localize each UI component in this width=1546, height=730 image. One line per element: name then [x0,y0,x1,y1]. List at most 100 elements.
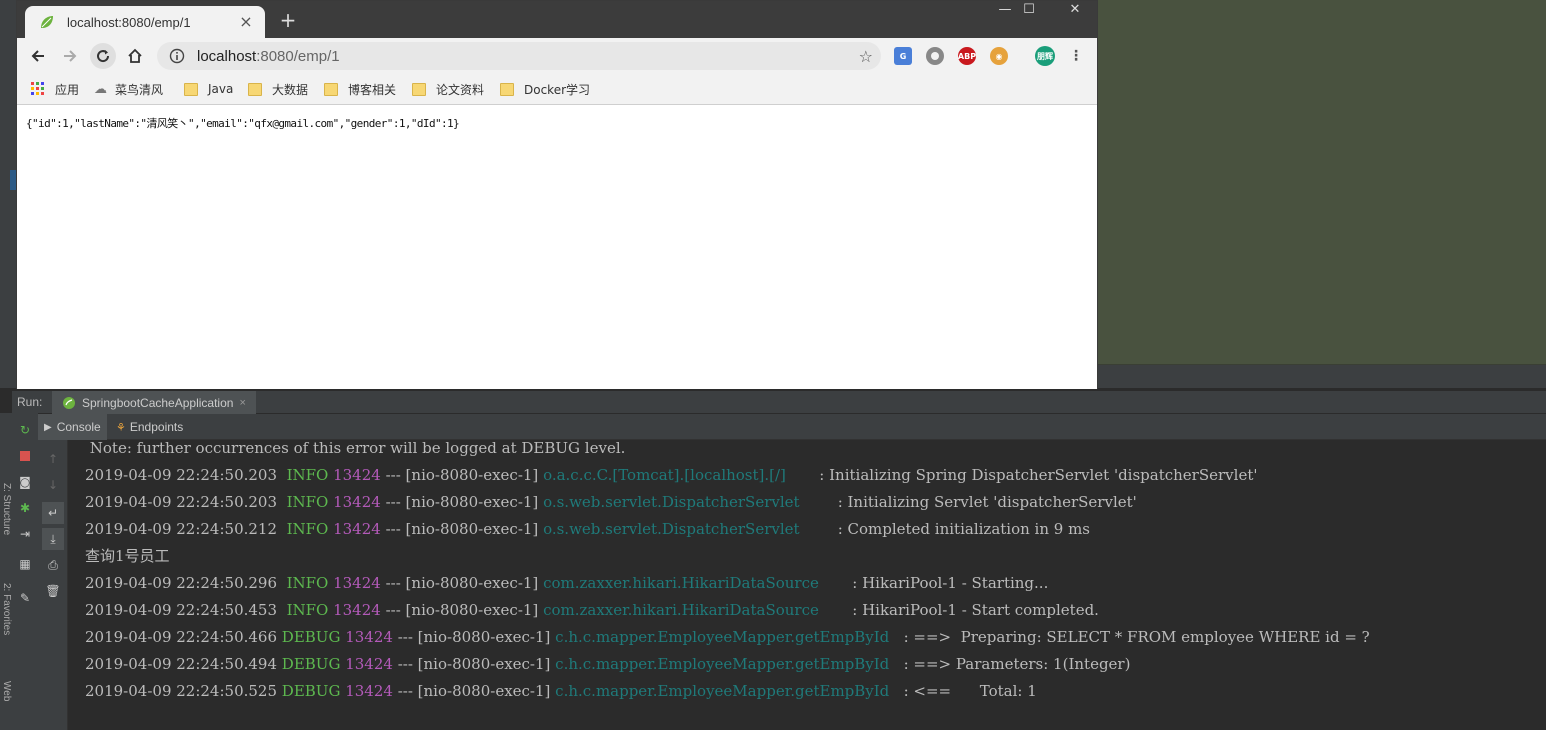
console-text: Note: further occurrences of this error … [85,440,626,457]
tab-endpoints-label: Endpoints [129,420,184,434]
reload-button[interactable] [90,43,116,69]
circle-extension-icon[interactable] [926,47,944,65]
address-bar[interactable]: localhost:8080/emp/1 ☆ [157,42,881,70]
back-button[interactable] [25,43,51,69]
browser-tab[interactable]: localhost:8080/emp/1 × [25,6,265,38]
cloud-icon: ☁ [94,81,107,97]
bookmark-star-icon[interactable]: ☆ [859,47,873,66]
log-level: INFO [281,493,334,511]
log-logger: c.h.c.mapper.EmployeeMapper.getEmpById [555,682,899,700]
log-msg: : <== Total: 1 [898,682,1037,700]
weibo-extension-icon[interactable]: ◉ [990,47,1008,65]
bookmark-java[interactable]: Java [184,81,233,97]
folder-icon [248,82,262,96]
log-level: DEBUG [281,655,346,673]
profile-avatar[interactable]: 朋辉 [1035,46,1055,66]
favorites-side-label[interactable]: 2: Favorites [1,583,12,635]
log-time: 2019-04-09 22:24:50.453 [85,601,282,619]
stop-icon[interactable] [16,447,34,465]
tab-close-icon[interactable]: × [237,13,255,31]
exit-icon[interactable]: ⇥ [16,525,34,543]
log-msg: : ==> Parameters: 1(Integer) [898,655,1131,673]
trash-icon[interactable]: 🗑 [44,582,62,600]
log-msg: : HikariPool-1 - Starting... [847,574,1049,592]
console-line: 2019-04-09 22:24:50.203 INFO 13424 --- [… [85,464,1257,486]
bookmark-docker[interactable]: Docker学习 [500,81,590,97]
menu-dots-icon[interactable]: ⋮ [1067,47,1085,65]
bookmark-label: Docker学习 [524,82,591,97]
tab-title: localhost:8080/emp/1 [67,14,191,30]
maximize-button[interactable]: ☐ [1007,1,1051,21]
log-pid: 13424 [333,466,381,484]
ide-status-strip [1098,365,1546,388]
bookmark-apps[interactable]: 应用 [31,81,79,97]
browser-window: localhost:8080/emp/1 × + — ☐ ✕ localhost… [16,0,1098,389]
tab-console-label: Console [56,420,101,434]
home-button[interactable] [122,43,148,69]
ide-editor-background [1098,0,1546,388]
console-icon: ▶ [44,421,52,433]
log-thread: --- [nio-8080-exec-1] [380,466,544,484]
scroll-up-icon[interactable]: ↑ [44,450,62,468]
bookmark-label: 博客相关 [348,82,397,97]
close-window-button[interactable]: ✕ [1053,1,1097,21]
folder-icon [500,82,514,96]
browser-titlebar[interactable]: localhost:8080/emp/1 × + — ☐ ✕ [17,1,1097,38]
bookmark-blog[interactable]: 博客相关 [324,81,396,97]
console-line: 2019-04-09 22:24:50.525 DEBUG 13424 --- … [85,680,1037,702]
new-tab-button[interactable]: + [277,9,299,31]
log-pid: 13424 [333,574,381,592]
bookmark-label: 菜鸟清风 [115,82,164,97]
ide-side-strip: Z: Structure 2: Favorites Web [0,413,12,730]
debug-bug-icon[interactable]: ✱ [16,499,34,517]
info-icon[interactable] [169,48,185,64]
web-side-label[interactable]: Web [1,681,12,701]
run-label: Run: [17,395,43,409]
console-line: 2019-04-09 22:24:50.203 INFO 13424 --- [… [85,491,1137,513]
scroll-down-icon[interactable]: ↓ [44,476,62,494]
apps-grid-icon [31,82,44,95]
log-thread: --- [nio-8080-exec-1] [380,601,544,619]
log-pid: 13424 [345,682,393,700]
log-pid: 13424 [333,493,381,511]
camera-icon[interactable]: ◙ [16,473,34,491]
console-line: 2019-04-09 22:24:50.494 DEBUG 13424 --- … [85,653,1130,675]
log-logger: c.h.c.mapper.EmployeeMapper.getEmpById [555,655,899,673]
tab-endpoints[interactable]: ⚘ Endpoints [110,414,189,440]
run-config-tab[interactable]: SpringbootCacheApplication × [52,391,256,414]
adblock-extension-icon[interactable]: ABP [958,47,976,65]
bookmark-cainiao[interactable]: ☁ 菜鸟清风 [94,81,163,97]
pin-icon[interactable]: ✎ [16,589,34,607]
translate-extension-icon[interactable]: G [894,47,912,65]
spring-leaf-icon [39,14,55,30]
log-time: 2019-04-09 22:24:50.494 [85,655,282,673]
forward-button[interactable] [57,43,83,69]
log-thread: --- [nio-8080-exec-1] [392,628,556,646]
console-output[interactable]: Note: further occurrences of this error … [69,440,1546,730]
structure-side-label[interactable]: Z: Structure [1,483,12,535]
home-icon [128,48,142,63]
log-time: 2019-04-09 22:24:50.203 [85,493,282,511]
bookmark-bigdata[interactable]: 大数据 [248,81,308,97]
log-time: 2019-04-09 22:24:50.466 [85,628,282,646]
folder-icon [412,82,426,96]
run-side-toolbar: ↻ ◙ ✱ ⇥ ▦ ✎ [12,413,38,730]
bookmark-papers[interactable]: 论文资料 [412,81,484,97]
soft-wrap-icon[interactable]: ↵ [42,502,64,524]
console-line: 查询1号员工 [85,545,170,567]
url-host: localhost [197,47,257,65]
bookmark-label: 大数据 [272,82,309,97]
rerun-icon[interactable]: ↻ [16,421,34,439]
run-tab-close-icon[interactable]: × [239,397,245,409]
console-text: 查询1号员工 [85,547,170,565]
log-time: 2019-04-09 22:24:50.525 [85,682,282,700]
print-icon[interactable]: ⎙ [44,556,62,574]
scroll-to-end-icon[interactable]: ⤓ [42,528,64,550]
run-tab-label: SpringbootCacheApplication [82,395,234,410]
log-thread: --- [nio-8080-exec-1] [380,574,544,592]
console-line: Note: further occurrences of this error … [85,440,626,459]
layout-icon[interactable]: ▦ [16,555,34,573]
json-response: {"id":1,"lastName":"清风笑丶","email":"qfx@g… [26,117,460,130]
run-subtabs: ▶ Console ⚘ Endpoints [38,414,1546,440]
tab-console[interactable]: ▶ Console [38,414,107,440]
